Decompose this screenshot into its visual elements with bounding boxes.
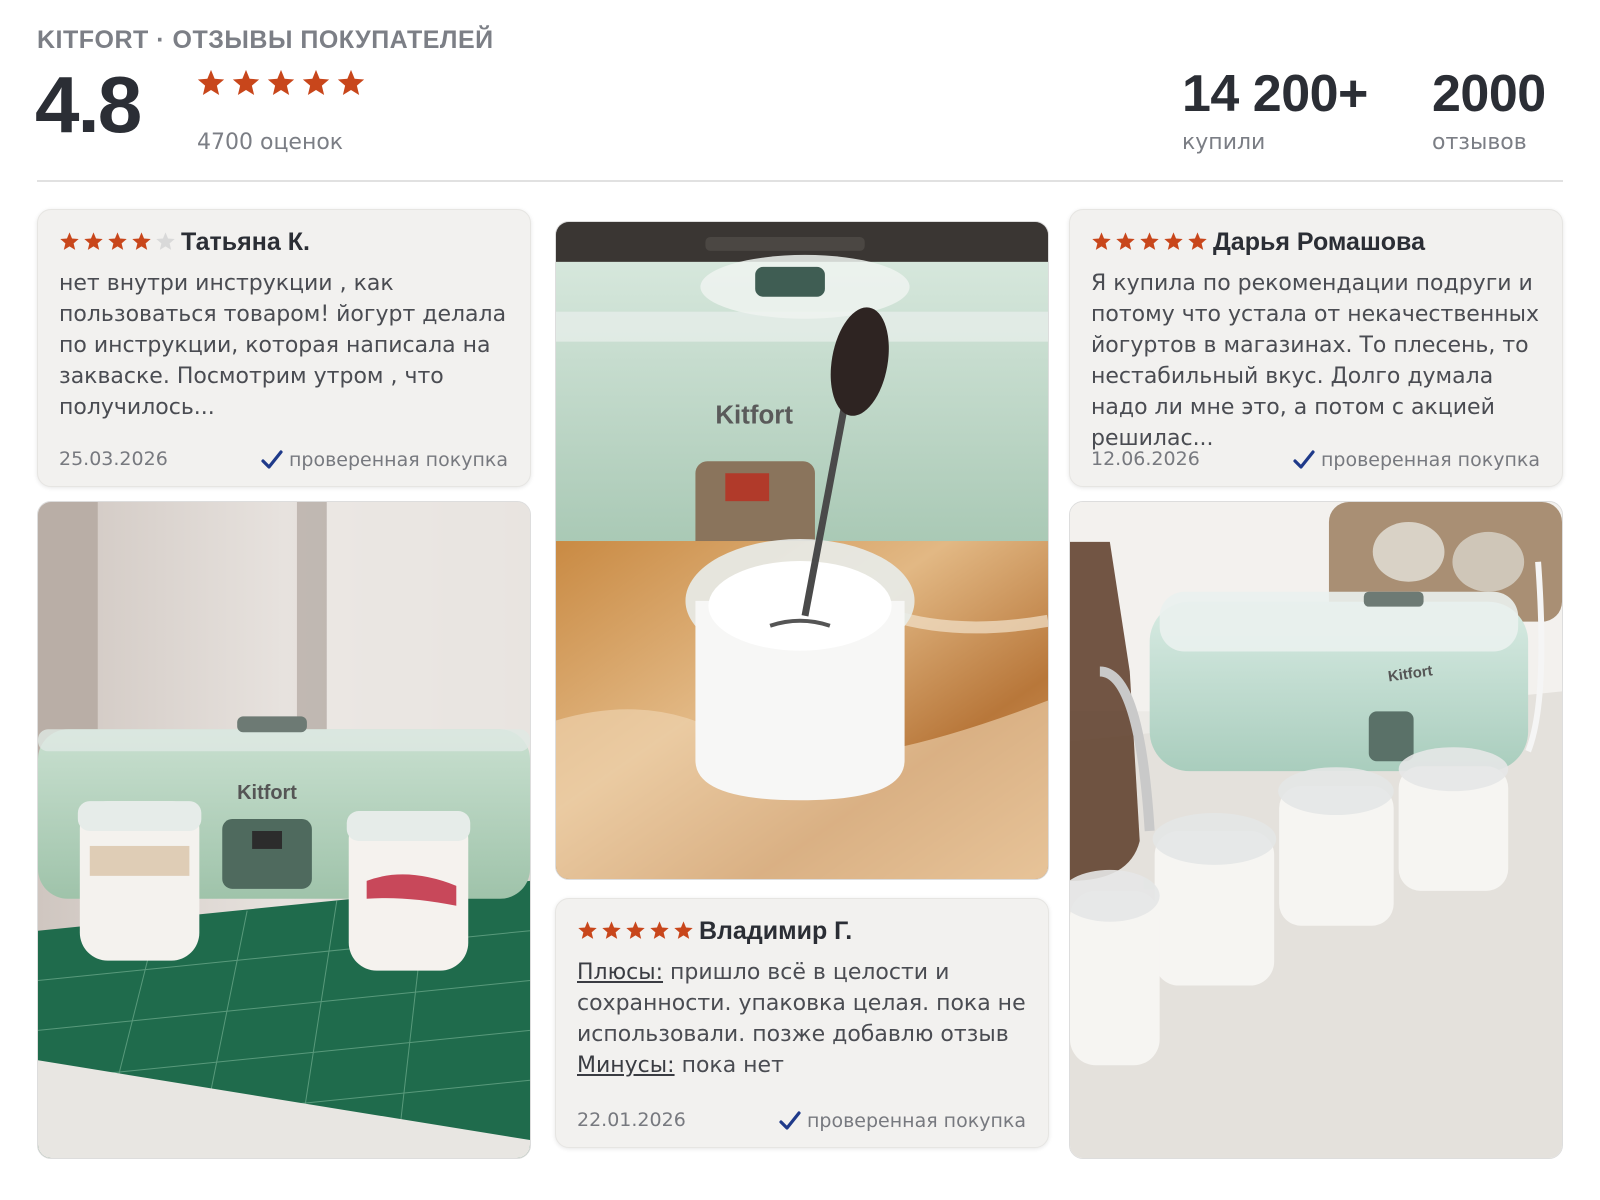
photo-brand-label: Kitfort bbox=[237, 782, 297, 804]
star-filled-icon bbox=[1116, 232, 1135, 250]
stat-reviews-value: 2000 bbox=[1432, 65, 1546, 123]
check-icon bbox=[1293, 450, 1315, 469]
star-filled-icon bbox=[578, 921, 597, 939]
star-filled-icon bbox=[1140, 232, 1159, 250]
stat-bought: 14 200+ купили bbox=[1182, 62, 1368, 155]
stat-bought-label: купили bbox=[1182, 130, 1266, 155]
photo-image: Kitfort bbox=[556, 222, 1048, 879]
star-filled-icon bbox=[60, 232, 79, 250]
star-filled-icon bbox=[1188, 232, 1207, 250]
review-photo-counter-jars[interactable]: Kitfort bbox=[1069, 501, 1563, 1159]
verified-label: проверенная покупка bbox=[806, 1110, 1026, 1132]
star-filled-icon bbox=[197, 69, 225, 95]
cons-text: пока нет bbox=[681, 1053, 784, 1078]
brand-title: KITFORT · ОТЗЫВЫ ПОКУПАТЕЛЕЙ bbox=[37, 26, 494, 54]
review-author: Владимир Г. bbox=[699, 917, 853, 945]
stat-reviews: 2000 отзывов bbox=[1432, 62, 1546, 155]
check-icon bbox=[779, 1111, 801, 1130]
verified-purchase: проверенная покупка bbox=[261, 449, 508, 471]
review-text: Плюсы: пришло всё в целости и сохранност… bbox=[577, 957, 1028, 1081]
verified-purchase: проверенная покупка bbox=[779, 1110, 1026, 1132]
review-stars bbox=[1091, 231, 1208, 252]
review-text: нет внутри инструкции , как пользоваться… bbox=[59, 271, 507, 420]
review-stars bbox=[577, 920, 694, 941]
header-divider bbox=[37, 180, 1563, 182]
average-rating-stars bbox=[196, 68, 366, 98]
cons-label: Минусы: bbox=[577, 1053, 675, 1078]
pros-label: Плюсы: bbox=[577, 960, 664, 985]
review-text: Я купила по рекомендации подруги и потом… bbox=[1091, 271, 1540, 451]
review-stars bbox=[59, 231, 176, 252]
star-filled-icon bbox=[132, 232, 151, 250]
star-filled-icon bbox=[108, 232, 127, 250]
review-card[interactable]: Владимир Г. Плюсы: пришло всё в целости … bbox=[555, 898, 1049, 1148]
photo-image: Kitfort bbox=[38, 502, 530, 1158]
star-filled-icon bbox=[232, 69, 260, 95]
verified-label: проверенная покупка bbox=[1320, 449, 1540, 471]
review-photo-yogurt-maker-jars[interactable]: Kitfort bbox=[37, 501, 531, 1159]
photo-brand-label: Kitfort bbox=[715, 401, 793, 429]
star-filled-icon bbox=[674, 921, 693, 939]
star-filled-icon bbox=[84, 232, 103, 250]
star-filled-icon bbox=[302, 69, 330, 95]
star-filled-icon bbox=[626, 921, 645, 939]
review-date: 12.06.2026 bbox=[1091, 448, 1200, 470]
review-date: 25.03.2026 bbox=[59, 448, 168, 470]
stat-bought-value: 14 200+ bbox=[1182, 65, 1368, 123]
review-photo-jar-spoon[interactable]: Kitfort bbox=[555, 221, 1049, 880]
review-author: Татьяна К. bbox=[181, 228, 310, 256]
star-filled-icon bbox=[602, 921, 621, 939]
photo-image: Kitfort bbox=[1070, 502, 1562, 1158]
check-icon bbox=[261, 450, 283, 469]
average-rating: 4.8 bbox=[35, 60, 142, 149]
star-filled-icon bbox=[650, 921, 669, 939]
review-card[interactable]: Дарья Ромашова Я купила по рекомендации … bbox=[1069, 209, 1563, 487]
stat-reviews-label: отзывов bbox=[1432, 130, 1527, 155]
star-filled-icon bbox=[337, 69, 365, 95]
review-author: Дарья Ромашова bbox=[1213, 228, 1425, 256]
star-filled-icon bbox=[1092, 232, 1111, 250]
ratings-count: 4700 оценок bbox=[197, 130, 344, 155]
star-filled-icon bbox=[1164, 232, 1183, 250]
star-empty-icon bbox=[156, 232, 175, 250]
review-date: 22.01.2026 bbox=[577, 1109, 686, 1131]
review-card[interactable]: Татьяна К. нет внутри инструкции , как п… bbox=[37, 209, 531, 487]
star-filled-icon bbox=[267, 69, 295, 95]
verified-label: проверенная покупка bbox=[288, 449, 508, 471]
verified-purchase: проверенная покупка bbox=[1293, 449, 1540, 471]
